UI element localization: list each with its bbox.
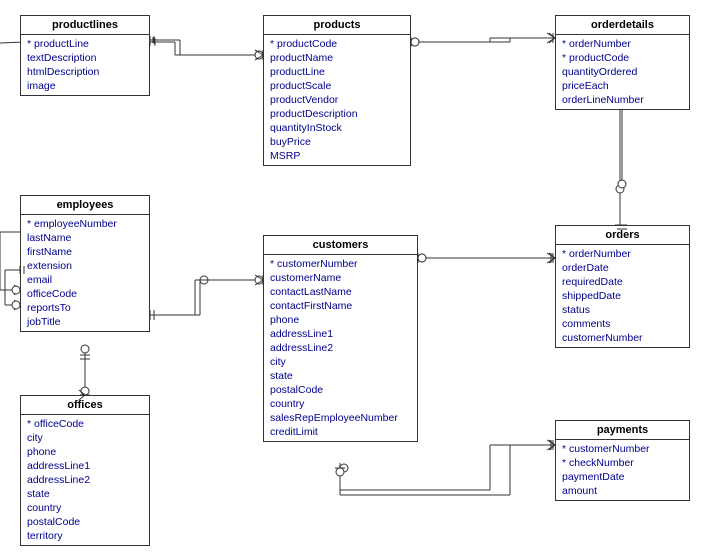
field-state-cust: state (270, 369, 411, 383)
erd-diagram: productlines * productLine textDescripti… (0, 0, 701, 560)
entity-offices: offices * officeCode city phone addressL… (20, 395, 150, 546)
field-buyprice: buyPrice (270, 135, 404, 149)
field-productline: * productLine (27, 37, 143, 51)
field-htmldescription: htmlDescription (27, 65, 143, 79)
field-officecode: * officeCode (27, 417, 143, 431)
field-amount: amount (562, 484, 683, 498)
entity-employees-header: employees (21, 196, 149, 215)
entity-payments: payments * customerNumber * checkNumber … (555, 420, 690, 501)
entity-orders: orders * orderNumber orderDate requiredD… (555, 225, 690, 348)
field-contactlastname: contactLastName (270, 285, 411, 299)
field-addressline1-off: addressLine1 (27, 459, 143, 473)
field-quantityinstock: quantityInStock (270, 121, 404, 135)
entity-productlines: productlines * productLine textDescripti… (20, 15, 150, 96)
entity-payments-body: * customerNumber * checkNumber paymentDa… (556, 440, 689, 500)
field-country-off: country (27, 501, 143, 515)
entity-productlines-header: productlines (21, 16, 149, 35)
field-postalcode-off: postalCode (27, 515, 143, 529)
entity-products-header: products (264, 16, 410, 35)
field-state-off: state (27, 487, 143, 501)
field-productdescription: productDescription (270, 107, 404, 121)
field-productscale: productScale (270, 79, 404, 93)
field-extension: extension (27, 259, 143, 273)
field-msrp: MSRP (270, 149, 404, 163)
field-contactfirstname: contactFirstName (270, 299, 411, 313)
entity-employees-body: * employeeNumber lastName firstName exte… (21, 215, 149, 331)
field-phone-cust: phone (270, 313, 411, 327)
field-salesrepemployeenumber: salesRepEmployeeNumber (270, 411, 411, 425)
field-country-cust: country (270, 397, 411, 411)
field-addressline2-off: addressLine2 (27, 473, 143, 487)
entity-offices-body: * officeCode city phone addressLine1 add… (21, 415, 149, 545)
field-addressline2-cust: addressLine2 (270, 341, 411, 355)
entity-offices-header: offices (21, 396, 149, 415)
field-customername: customerName (270, 271, 411, 285)
field-addressline1-cust: addressLine1 (270, 327, 411, 341)
field-jobtitle: jobTitle (27, 315, 143, 329)
field-orderlinenumber: orderLineNumber (562, 93, 683, 107)
entity-productlines-body: * productLine textDescription htmlDescri… (21, 35, 149, 95)
field-priceeach: priceEach (562, 79, 683, 93)
field-customernumber-pay: * customerNumber (562, 442, 683, 456)
field-firstname: firstName (27, 245, 143, 259)
field-territory: territory (27, 529, 143, 543)
field-status: status (562, 303, 683, 317)
field-paymentdate: paymentDate (562, 470, 683, 484)
entity-customers: customers * customerNumber customerName … (263, 235, 418, 442)
entity-employees: employees * employeeNumber lastName firs… (20, 195, 150, 332)
entity-orderdetails: orderdetails * orderNumber * productCode… (555, 15, 690, 110)
field-creditlimit: creditLimit (270, 425, 411, 439)
field-postalcode-cust: postalCode (270, 383, 411, 397)
field-comments: comments (562, 317, 683, 331)
entity-orderdetails-header: orderdetails (556, 16, 689, 35)
field-productname: productName (270, 51, 404, 65)
field-lastname: lastName (27, 231, 143, 245)
entity-orders-header: orders (556, 226, 689, 245)
field-customernumber-ord: customerNumber (562, 331, 683, 345)
entity-payments-header: payments (556, 421, 689, 440)
field-phone-off: phone (27, 445, 143, 459)
field-checknumber: * checkNumber (562, 456, 683, 470)
field-reportsto: reportsTo (27, 301, 143, 315)
field-officecode-emp: officeCode (27, 287, 143, 301)
field-requireddate: requiredDate (562, 275, 683, 289)
field-ordernumber: * orderNumber (562, 37, 683, 51)
field-shippeddate: shippedDate (562, 289, 683, 303)
field-quantityordered: quantityOrdered (562, 65, 683, 79)
field-city-off: city (27, 431, 143, 445)
field-productcode: * productCode (270, 37, 404, 51)
field-customernumber: * customerNumber (270, 257, 411, 271)
field-city-cust: city (270, 355, 411, 369)
entity-orders-body: * orderNumber orderDate requiredDate shi… (556, 245, 689, 347)
entity-customers-header: customers (264, 236, 417, 255)
field-image: image (27, 79, 143, 93)
entity-products: products * productCode productName produ… (263, 15, 411, 166)
field-productvendor: productVendor (270, 93, 404, 107)
entity-customers-body: * customerNumber customerName contactLas… (264, 255, 417, 441)
field-ordernumber-ord: * orderNumber (562, 247, 683, 261)
field-employeenumber: * employeeNumber (27, 217, 143, 231)
field-textdescription: textDescription (27, 51, 143, 65)
field-productcode-od: * productCode (562, 51, 683, 65)
field-email: email (27, 273, 143, 287)
field-productline: productLine (270, 65, 404, 79)
entity-products-body: * productCode productName productLine pr… (264, 35, 410, 165)
entity-orderdetails-body: * orderNumber * productCode quantityOrde… (556, 35, 689, 109)
field-orderdate: orderDate (562, 261, 683, 275)
